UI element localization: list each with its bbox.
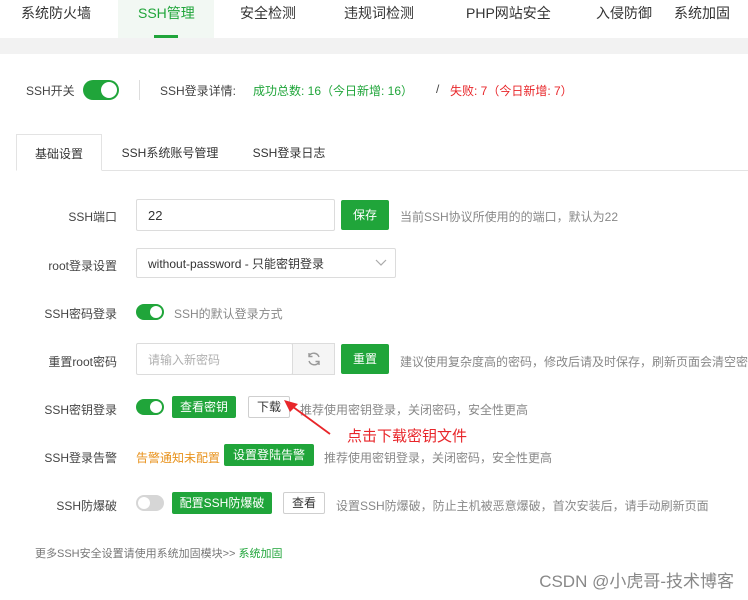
login-alert-hint: 推荐使用密钥登录，关闭密码，安全性更高: [324, 451, 553, 465]
reset-root-label: 重置root密码: [48, 355, 117, 369]
tab-ssh-accounts[interactable]: SSH系统账号管理: [112, 134, 228, 171]
password-login-hint: SSH的默认登录方式: [174, 307, 283, 321]
login-detail-label: SSH登录详情:: [160, 84, 237, 98]
top-nav: 系统防火墙 SSH管理 安全检测 违规词检测 PHP网站安全 入侵防御 系统加固: [0, 0, 748, 38]
root-login-select[interactable]: without-password - 只能密钥登录: [136, 248, 396, 278]
reset-root-hint: 建议使用复杂度高的密码，修改后请及时保存，刷新页面会清空密码: [400, 355, 748, 369]
login-alert-label: SSH登录告警: [44, 451, 117, 465]
header-divider: [139, 80, 140, 100]
password-login-label: SSH密码登录: [44, 307, 117, 321]
ssh-port-hint: 当前SSH协议所使用的的端口，默认为22: [400, 210, 619, 224]
ssh-switch-toggle[interactable]: [83, 80, 119, 100]
toggle-knob: [150, 401, 162, 413]
nav-tab-security-scan[interactable]: 安全检测: [214, 0, 340, 38]
tab-basic-settings[interactable]: 基础设置: [16, 134, 102, 171]
view-key-button[interactable]: 查看密钥: [172, 396, 236, 418]
nav-tab-intrusion[interactable]: 入侵防御: [594, 0, 674, 38]
ssh-switch-label: SSH开关: [26, 84, 75, 98]
annotation-arrow-icon: [284, 400, 331, 435]
hardening-footer-text: 更多SSH安全设置请使用系统加固模块>>: [35, 548, 236, 560]
toggle-knob: [150, 306, 162, 318]
login-fail-count[interactable]: 失败: 7（今日新增: 7）: [450, 82, 573, 99]
save-port-button[interactable]: 保存: [341, 200, 389, 230]
reset-root-input[interactable]: 请输入新密码: [136, 343, 293, 375]
hardening-link[interactable]: 系统加固: [239, 548, 283, 560]
key-login-toggle[interactable]: [136, 399, 164, 415]
nav-tab-firewall[interactable]: 系统防火墙: [0, 0, 118, 38]
set-login-alert-button[interactable]: 设置登陆告警: [224, 444, 314, 466]
login-alert-status: 告警通知未配置: [136, 451, 221, 465]
anti-brute-toggle[interactable]: [136, 495, 164, 511]
anti-brute-label: SSH防爆破: [56, 499, 117, 513]
download-annotation: 点击下载密钥文件: [347, 428, 468, 445]
toggle-knob: [138, 497, 150, 509]
anti-brute-hint: 设置SSH防爆破，防止主机被恶意爆破，首次安装后，请手动刷新页面: [336, 499, 709, 513]
nav-tab-word-check[interactable]: 违规词检测: [340, 0, 464, 38]
password-login-toggle[interactable]: [136, 304, 164, 320]
key-login-label: SSH密钥登录: [44, 403, 117, 417]
nav-tab-php-security[interactable]: PHP网站安全: [464, 0, 594, 38]
hardening-footer: 更多SSH安全设置请使用系统加固模块>> 系统加固: [35, 545, 283, 561]
root-login-value: without-password - 只能密钥登录: [148, 256, 325, 271]
view-anti-brute-button[interactable]: 查看: [283, 492, 325, 514]
reset-root-button[interactable]: 重置: [341, 344, 389, 374]
login-success-count[interactable]: 成功总数: 16（今日新增: 16）: [253, 82, 413, 99]
tab-ssh-logs[interactable]: SSH登录日志: [243, 134, 335, 171]
watermark: CSDN @小虎哥-技术博客: [539, 572, 734, 591]
refresh-icon: [307, 352, 320, 366]
nav-tab-ssh[interactable]: SSH管理: [118, 0, 214, 38]
nav-tab-hardening[interactable]: 系统加固: [674, 0, 748, 38]
toggle-knob: [101, 82, 117, 98]
ssh-port-input[interactable]: 22: [136, 199, 335, 231]
ssh-port-label: SSH端口: [68, 210, 117, 224]
nav-divider: [0, 38, 748, 54]
generate-password-button[interactable]: [292, 343, 335, 375]
root-login-label: root登录设置: [48, 259, 117, 273]
login-separator: /: [436, 82, 440, 96]
chevron-down-icon: [375, 259, 387, 266]
config-anti-brute-button[interactable]: 配置SSH防爆破: [172, 492, 272, 514]
